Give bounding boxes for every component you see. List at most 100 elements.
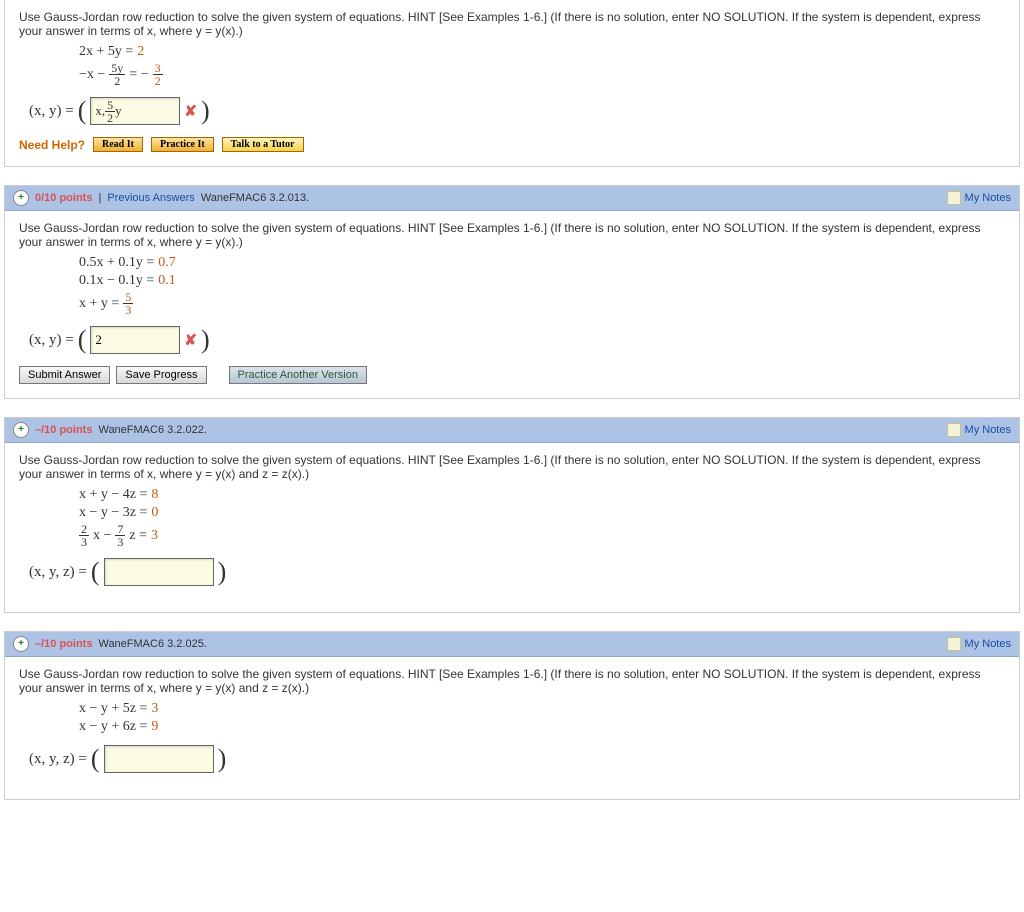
notes-label: My Notes — [965, 424, 1011, 436]
read-it-button[interactable]: Read It — [93, 137, 143, 152]
eq3-frac: 5 3 — [123, 291, 133, 316]
eq1-rhs: 0.7 — [158, 255, 176, 271]
answer-label: (x, y, z) = — [29, 751, 87, 768]
eq3-end: z = — [129, 528, 147, 544]
eq3-mid: x − — [93, 528, 111, 544]
eq1-rhs: 3 — [151, 701, 158, 717]
answer-suffix: y — [115, 103, 122, 119]
eq1-lhs: x + y − 4z = — [79, 487, 147, 503]
question-3: + –/10 points WaneFMAC6 3.2.022. My Note… — [4, 417, 1020, 613]
eq2-rhs: 9 — [151, 719, 158, 735]
eq2-lhs: 0.1x − 0.1y = — [79, 273, 154, 289]
points-label: 0/10 points — [35, 192, 92, 204]
question-prompt: Use Gauss-Jordan row reduction to solve … — [19, 453, 1005, 481]
frac-den: 3 — [115, 536, 125, 548]
eq2-lhs: x − y + 6z = — [79, 719, 147, 735]
notes-label: My Notes — [965, 192, 1011, 204]
need-help-row: Need Help? Read It Practice It Talk to a… — [19, 137, 1005, 152]
frac-num: 5 — [105, 99, 115, 112]
frac-den: 2 — [112, 75, 122, 87]
answer-input[interactable] — [90, 326, 180, 354]
note-icon — [947, 423, 961, 437]
need-help-label: Need Help? — [19, 138, 85, 152]
previous-answers-link[interactable]: Previous Answers — [107, 192, 194, 204]
eq1-rhs: 8 — [151, 487, 158, 503]
left-paren: ( — [78, 327, 87, 353]
practice-it-button[interactable]: Practice It — [151, 137, 214, 152]
points-label: –/10 points — [35, 424, 92, 436]
frac-den: 2 — [153, 75, 163, 87]
equation-block: x − y + 5z = 3 x − y + 6z = 9 — [79, 701, 1005, 735]
submit-answer-button[interactable]: Submit Answer — [19, 366, 110, 384]
equation-block: 0.5x + 0.1y = 0.7 0.1x − 0.1y = 0.1 x + … — [79, 255, 1005, 316]
question-prompt: Use Gauss-Jordan row reduction to solve … — [19, 667, 1005, 695]
right-paren: ) — [201, 327, 210, 353]
question-1: Use Gauss-Jordan row reduction to solve … — [4, 0, 1020, 167]
question-prompt: Use Gauss-Jordan row reduction to solve … — [19, 10, 1005, 38]
eq2-lhs: x − y − 3z = — [79, 505, 147, 521]
wrong-icon: ✘ — [184, 102, 197, 121]
note-icon — [947, 637, 961, 651]
action-buttons: Submit Answer Save Progress Practice Ano… — [19, 366, 1005, 384]
answer-frac: 5 2 — [105, 99, 115, 124]
eq2-rhs: 0.1 — [158, 273, 176, 289]
question-prompt: Use Gauss-Jordan row reduction to solve … — [19, 221, 1005, 249]
right-paren: ) — [201, 98, 210, 124]
eq3-rhs: 3 — [151, 528, 158, 544]
equation-block: 2x + 5y = 2 −x − 5y 2 = − 3 2 — [79, 44, 1005, 87]
eq1-lhs: 0.5x + 0.1y = — [79, 255, 154, 271]
reference-id: WaneFMAC6 3.2.022. — [98, 424, 206, 436]
frac-den: 2 — [105, 112, 115, 124]
expand-icon[interactable]: + — [13, 190, 29, 206]
right-paren: ) — [218, 559, 227, 585]
expand-icon[interactable]: + — [13, 636, 29, 652]
frac-den: 3 — [123, 304, 133, 316]
answer-input-display[interactable]: x, 5 2 y — [90, 97, 180, 125]
eq3-frac-b: 7 3 — [115, 523, 125, 548]
left-paren: ( — [91, 746, 100, 772]
my-notes-link[interactable]: My Notes — [947, 423, 1011, 437]
equation-block: x + y − 4z = 8 x − y − 3z = 0 2 3 x − 7 … — [79, 487, 1005, 548]
points-label: –/10 points — [35, 638, 92, 650]
eq2-frac-left: 5y 2 — [109, 62, 125, 87]
question-header: + –/10 points WaneFMAC6 3.2.025. My Note… — [5, 632, 1019, 657]
eq1-rhs: 2 — [137, 44, 144, 60]
answer-label: (x, y, z) = — [29, 564, 87, 581]
answer-row: (x, y) = ( x, 5 2 y ✘ ) — [29, 97, 1005, 125]
left-paren: ( — [78, 98, 87, 124]
answer-label: (x, y) = — [29, 332, 74, 349]
answer-row: (x, y, z) = ( ) — [29, 558, 1005, 586]
question-2: + 0/10 points | Previous Answers WaneFMA… — [4, 185, 1020, 399]
eq2-mid: = − — [129, 67, 148, 83]
answer-row: (x, y, z) = ( ) — [29, 745, 1005, 773]
question-header: + –/10 points WaneFMAC6 3.2.022. My Note… — [5, 418, 1019, 443]
notes-label: My Notes — [965, 638, 1011, 650]
question-4: + –/10 points WaneFMAC6 3.2.025. My Note… — [4, 631, 1020, 800]
my-notes-link[interactable]: My Notes — [947, 191, 1011, 205]
wrong-icon: ✘ — [184, 331, 197, 350]
eq3-lhs: x + y = — [79, 296, 119, 312]
talk-to-tutor-button[interactable]: Talk to a Tutor — [222, 137, 304, 152]
save-progress-button[interactable]: Save Progress — [116, 366, 206, 384]
answer-label: (x, y) = — [29, 103, 74, 120]
expand-icon[interactable]: + — [13, 422, 29, 438]
practice-another-button[interactable]: Practice Another Version — [229, 366, 367, 384]
left-paren: ( — [91, 559, 100, 585]
eq2-rhs: 0 — [151, 505, 158, 521]
eq1-lhs: 2x + 5y = — [79, 44, 133, 60]
answer-input[interactable] — [104, 558, 214, 586]
answer-input[interactable] — [104, 745, 214, 773]
frac-den: 3 — [79, 536, 89, 548]
my-notes-link[interactable]: My Notes — [947, 637, 1011, 651]
eq2-frac-right: 3 2 — [153, 62, 163, 87]
right-paren: ) — [218, 746, 227, 772]
answer-value-part: x, — [95, 103, 105, 119]
eq3-frac-a: 2 3 — [79, 523, 89, 548]
answer-row: (x, y) = ( ✘ ) — [29, 326, 1005, 354]
reference-id: WaneFMAC6 3.2.013. — [201, 192, 309, 204]
question-header: + 0/10 points | Previous Answers WaneFMA… — [5, 186, 1019, 211]
reference-id: WaneFMAC6 3.2.025. — [98, 638, 206, 650]
note-icon — [947, 191, 961, 205]
eq1-lhs: x − y + 5z = — [79, 701, 147, 717]
eq2-lhs-a: −x − — [79, 67, 105, 83]
